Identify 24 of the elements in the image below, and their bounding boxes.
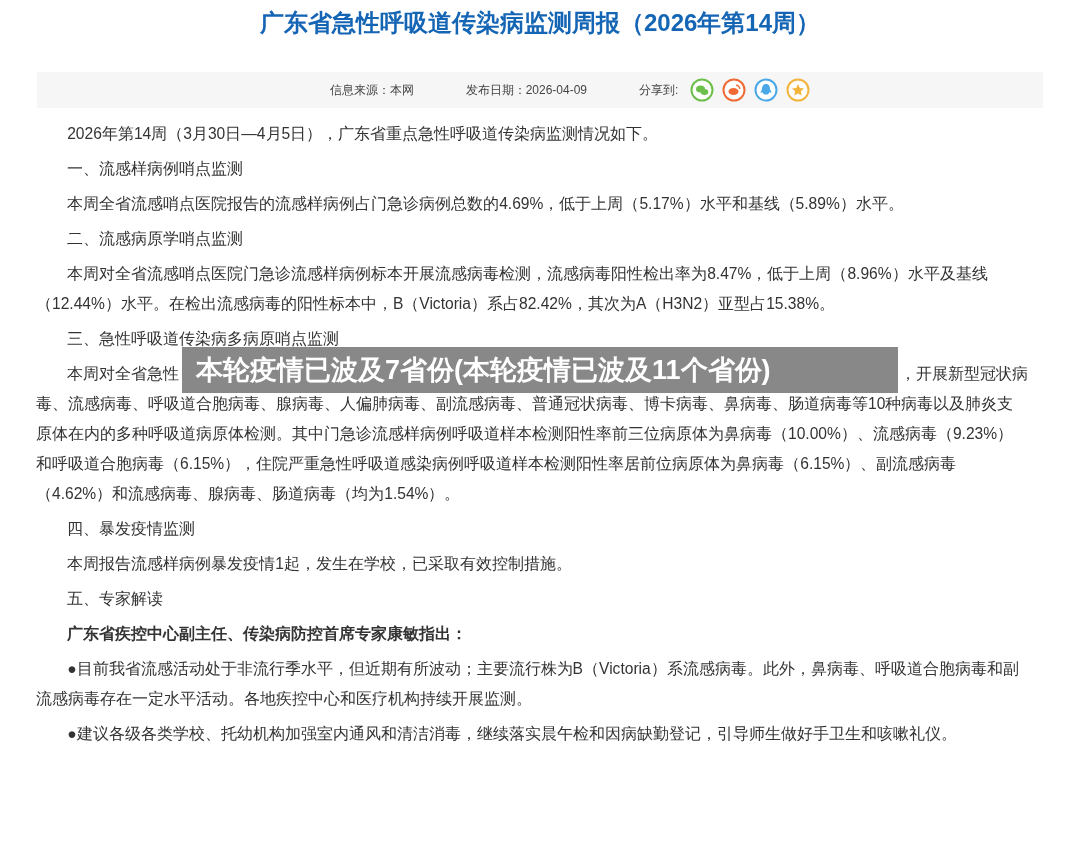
paragraph: 本周报告流感样病例暴发疫情1起，发生在学校，已采取有效控制措施。 <box>66 554 573 574</box>
paragraph-start: 本周对全省急性 <box>67 364 180 384</box>
paragraph: 本周全省流感哨点医院报告的流感样病例占门急诊病例总数的4.69%，低于上周（5.17%）水平和基线（5.89%）水平。 <box>66 194 905 214</box>
paragraph: 毒、流感病毒、呼吸道合胞病毒、腺病毒、人偏肺病毒、副流感病毒、普通冠状病毒、博卡病毒、鼻病毒、肠道病毒等10种病毒以及肺炎支原体在内的多种呼吸道病原体检测。其中门急诊流感样病例呼吸道样本检测阳性率前三位病原体为鼻病毒（10.00%）、流感病毒（9.23%）和呼吸道合胞病毒（6.15%），住院严重急性呼吸道感染病例呼吸道样本检测阳性率居前位病原体为鼻病毒（6.15%）、副流感病毒（4.62%）和流感病毒、腺病毒、肠道病毒（均为1.54%）。 <box>36 394 1015 504</box>
source-text: 信息来源：本网 <box>329 82 414 99</box>
share-label: 分享到: <box>639 82 679 99</box>
eye-share-icon[interactable] <box>722 78 747 102</box>
paragraph-line-end: ，开展新型冠状病 <box>900 364 1028 384</box>
paragraph: 2026年第14周（3月30日—4月5日），广东省重点急性呼吸道传染病监测情况如下。 <box>66 124 660 144</box>
penguin-share-icon[interactable] <box>754 78 779 102</box>
paragraph: ●目前我省流感活动处于非流行季水平，但近期有所波动；主要流行株为B（Victoria）系流感病毒。此外，鼻病毒、呼吸道合胞病毒和副流感病毒存在一定水平活动。各地疾控中心和医疗机构持续开展监测。 <box>36 659 1020 709</box>
section-heading: 四、暴发疫情监测 <box>66 519 197 539</box>
paragraph: 本周对全省流感哨点医院门急诊流感样病例标本开展流感病毒检测，流感病毒阳性检出率为8.47%，低于上周（8.96%）水平及基线（12.44%）水平。在检出流感病毒的阳性标本中，B（Victoria）系占82.42%，其次为A（H3N2）亚型占15.38%。 <box>36 264 989 314</box>
overlay-banner: 本轮疫情已波及7省份(本轮疫情已波及11个省份) <box>182 347 898 393</box>
star-share-icon[interactable] <box>786 78 811 102</box>
expert-heading: 广东省疾控中心副主任、传染病防控首席专家康敏指出： <box>66 624 469 644</box>
page-title: 广东省急性呼吸道传染病监测周报（2026年第14周） <box>258 8 822 38</box>
section-heading: 一、流感样病例哨点监测 <box>66 159 245 179</box>
section-heading: 二、流感病原学哨点监测 <box>66 229 245 249</box>
paragraph: ●建议各级各类学校、托幼机构加强室内通风和清洁消毒，继续落实晨午检和因病缺勤登记，引导师生做好手卫生和咳嗽礼仪。 <box>66 724 958 744</box>
publish-date: 发布日期：2026-04-09 <box>465 82 587 99</box>
section-heading: 五、专家解读 <box>66 589 165 609</box>
section-heading: 三、急性呼吸道传染病多病原哨点监测 <box>66 329 341 349</box>
chat-bubbles-share-icon[interactable] <box>690 78 715 102</box>
